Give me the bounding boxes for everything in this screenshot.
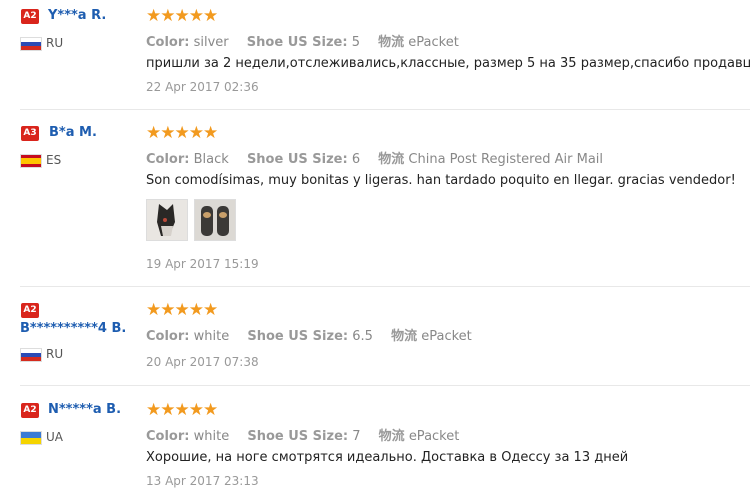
country-code: UA bbox=[46, 430, 63, 444]
buyer-level-badge: A3 bbox=[21, 126, 39, 141]
country-code: ES bbox=[46, 153, 62, 167]
review-text: пришли за 2 недели,отслеживались,классны… bbox=[146, 56, 750, 71]
shipping-label: 物流 bbox=[378, 429, 405, 444]
color-value: white bbox=[193, 329, 230, 344]
buyer-name: Y***a R. bbox=[48, 8, 107, 23]
size-label: Shoe US Size: bbox=[247, 329, 349, 344]
divider bbox=[20, 109, 750, 110]
review-date: 20 Apr 2017 07:38 bbox=[146, 355, 259, 369]
shipping-value: ePacket bbox=[408, 35, 459, 50]
divider bbox=[20, 385, 750, 386]
size-value: 5 bbox=[351, 35, 360, 50]
review-date: 22 Apr 2017 02:36 bbox=[146, 80, 259, 94]
shipping-label: 物流 bbox=[391, 329, 418, 344]
buyer-name: N*****a B. bbox=[48, 402, 122, 417]
shoe-photo-icon bbox=[195, 200, 235, 240]
review-photo-thumbnail[interactable] bbox=[194, 199, 236, 241]
star-rating: ★★★★★ bbox=[146, 123, 218, 142]
size-value: 7 bbox=[352, 429, 361, 444]
size-label: Shoe US Size: bbox=[246, 35, 348, 50]
country-code: RU bbox=[46, 36, 64, 50]
order-info: Color: white Shoe US Size: 6.5 物流 ePacke… bbox=[146, 325, 472, 344]
shipping-value: ePacket bbox=[421, 329, 472, 344]
flag-ua-icon bbox=[20, 431, 42, 445]
shipping-value: ePacket bbox=[408, 429, 460, 444]
star-rating: ★★★★★ bbox=[146, 300, 218, 319]
color-value: silver bbox=[193, 35, 229, 50]
review-photos bbox=[146, 199, 246, 241]
review-date: 19 Apr 2017 15:19 bbox=[146, 257, 259, 271]
flag-es-icon bbox=[20, 154, 42, 168]
star-rating: ★★★★★ bbox=[146, 6, 218, 25]
shipping-label: 物流 bbox=[378, 152, 405, 167]
review-text: Хорошие, на ноге смотрятся идеально. Дос… bbox=[146, 450, 629, 465]
color-value: Black bbox=[193, 152, 229, 167]
color-label: Color: bbox=[146, 429, 190, 444]
review-text: Son comodísimas, muy bonitas y ligeras. … bbox=[146, 173, 736, 188]
color-label: Color: bbox=[146, 35, 190, 50]
order-info: Color: Black Shoe US Size: 6 物流 China Po… bbox=[146, 148, 603, 167]
order-info: Color: silver Shoe US Size: 5 物流 ePacket bbox=[146, 31, 459, 50]
color-label: Color: bbox=[146, 152, 190, 167]
buyer-level-badge: A2 bbox=[21, 403, 39, 418]
shoe-photo-icon bbox=[147, 200, 187, 240]
buyer-level-badge: A2 bbox=[21, 303, 39, 318]
divider bbox=[20, 286, 750, 287]
review-date: 13 Apr 2017 23:13 bbox=[146, 474, 259, 488]
size-value: 6 bbox=[351, 152, 361, 167]
size-label: Shoe US Size: bbox=[247, 429, 349, 444]
order-info: Color: white Shoe US Size: 7 物流 ePacket bbox=[146, 425, 459, 444]
buyer-name: B*a M. bbox=[49, 125, 97, 140]
shipping-value: China Post Registered Air Mail bbox=[408, 152, 604, 167]
buyer-level-badge: A2 bbox=[21, 9, 39, 24]
buyer-name: B**********4 B. bbox=[20, 321, 127, 336]
color-value: white bbox=[193, 429, 230, 444]
country-code: RU bbox=[46, 347, 64, 361]
flag-ru-icon bbox=[20, 348, 42, 362]
color-label: Color: bbox=[146, 329, 190, 344]
review-photo-thumbnail[interactable] bbox=[146, 199, 188, 241]
flag-ru-icon bbox=[20, 37, 42, 51]
shipping-label: 物流 bbox=[378, 35, 405, 50]
size-value: 6.5 bbox=[352, 329, 373, 344]
size-label: Shoe US Size: bbox=[246, 152, 348, 167]
star-rating: ★★★★★ bbox=[146, 400, 218, 419]
